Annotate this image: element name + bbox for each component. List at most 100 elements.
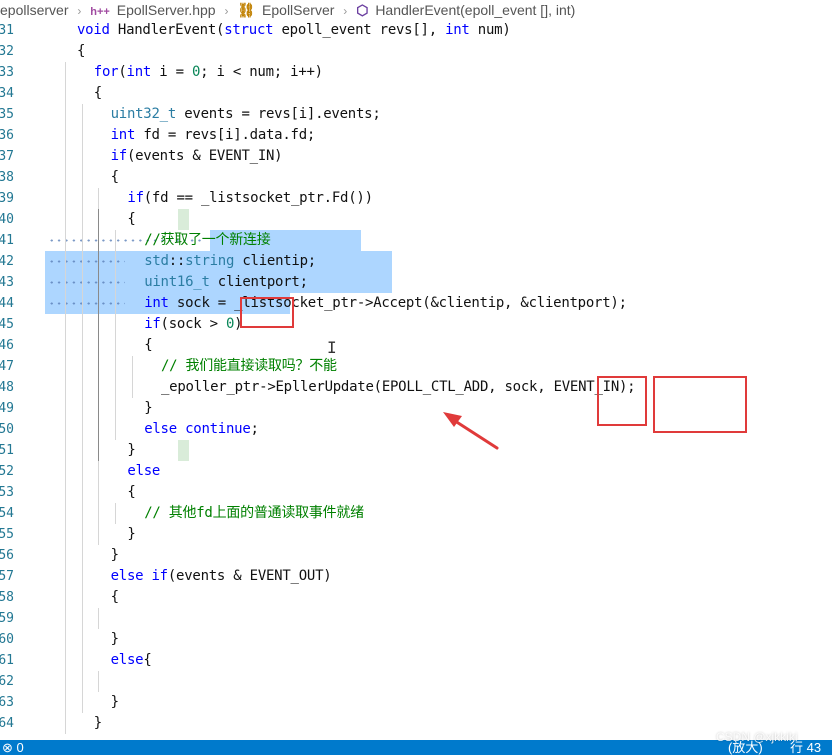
indent-guide (81, 566, 83, 587)
code-line[interactable]: 52 else (0, 461, 832, 482)
code-line[interactable]: 44 int sock = _listsocket_ptr->Accept(&cl… (0, 293, 832, 314)
code-line[interactable]: 40 { (0, 209, 832, 230)
indent-guide (64, 713, 66, 734)
code-text: } (110, 631, 119, 647)
chevron-right-icon: › (224, 4, 229, 18)
breadcrumb-file[interactable]: h++ EpollServer.hpp (90, 0, 215, 20)
code-line[interactable]: 32 { (0, 41, 832, 62)
code-line[interactable]: 36 int fd = revs[i].data.fd; (0, 125, 832, 146)
h-file-icon: h++ (90, 6, 110, 18)
indent-guide (98, 314, 100, 335)
code-line[interactable]: 35 uint32_t events = revs[i].events; (0, 104, 832, 125)
code-line[interactable]: 54 // 其他fd上面的普通读取事件就绪 (0, 503, 832, 524)
problems-indicator[interactable]: ⊗ 0 (2, 740, 24, 755)
code-text: { (110, 169, 119, 185)
indent-guide (81, 503, 83, 524)
code-line[interactable]: 51} (0, 440, 832, 461)
indent-guide (98, 251, 100, 272)
breadcrumb-class[interactable]: ⛓ EpollServer (237, 0, 334, 20)
breadcrumb-method[interactable]: ⬡ HandlerEvent(epoll_event [], int) (356, 0, 575, 20)
red-box-event-in-argument (653, 376, 747, 433)
line-number: 57 (0, 569, 14, 584)
code-line[interactable]: 58 { (0, 587, 832, 608)
code-text: int fd = revs[i].data.fd; (110, 127, 316, 143)
indent-guide (64, 125, 66, 146)
indent-guide (115, 398, 117, 419)
code-line[interactable]: 60} (0, 629, 832, 650)
indent-guide (115, 377, 117, 398)
indent-guide (81, 419, 83, 440)
code-line[interactable]: 31 void HandlerEvent(struct epoll_event r… (0, 20, 832, 41)
code-line[interactable]: 53 { (0, 482, 832, 503)
whitespace-dots (48, 272, 125, 293)
code-line[interactable]: 46 { (0, 335, 832, 356)
code-text: // 我们能直接读取吗？不能 (161, 358, 337, 374)
code-line[interactable]: 42 std::string clientip; (0, 251, 832, 272)
indent-guide (64, 650, 66, 671)
indent-guide (115, 293, 117, 314)
mouse-ibeam-cursor: I (327, 338, 337, 357)
line-number: 48 (0, 380, 14, 395)
indent-guide (115, 503, 117, 524)
code-line[interactable]: 63} (0, 692, 832, 713)
code-line[interactable]: 39 if(fd == _listsocket_ptr.Fd()) (0, 188, 832, 209)
code-line[interactable]: 59 (0, 608, 832, 629)
code-line[interactable]: 62 (0, 671, 832, 692)
indent-guide (81, 293, 83, 314)
csdn-watermark: CSDN @xjkkiki (716, 730, 798, 744)
code-line[interactable]: 41 //获取了一个新连接 (0, 230, 832, 251)
line-number: 47 (0, 359, 14, 374)
indent-guide (132, 377, 133, 398)
code-line[interactable]: 55} (0, 524, 832, 545)
code-line[interactable]: 38 { (0, 167, 832, 188)
code-line[interactable]: 37 if(events & EVENT_IN) (0, 146, 832, 167)
indent-guide (81, 650, 83, 671)
code-line[interactable]: 61 else{ (0, 650, 832, 671)
code-text: if(events & EVENT_IN) (110, 148, 283, 164)
indent-guide (132, 356, 133, 377)
indent-guide (81, 671, 83, 692)
code-text: { (110, 589, 119, 605)
indent-guide (81, 482, 83, 503)
red-box-sock-argument (597, 376, 647, 426)
breadcrumb-folder-label: epollserver (0, 2, 69, 18)
indent-guide (81, 251, 83, 272)
indent-guide (81, 188, 83, 209)
code-line[interactable]: 56} (0, 545, 832, 566)
indent-guide (98, 230, 100, 251)
indent-guide (81, 356, 83, 377)
line-number: 51 (0, 443, 14, 458)
indent-guide (64, 146, 66, 167)
line-number: 49 (0, 401, 14, 416)
code-line[interactable]: 33 for(int i = 0; i < num; i++) (0, 62, 832, 83)
code-text: uint32_t events = revs[i].events; (110, 106, 381, 122)
indent-guide (98, 398, 100, 419)
indent-guide (98, 209, 100, 230)
indent-guide (98, 356, 100, 377)
code-text: { (77, 43, 86, 59)
line-number: 34 (0, 86, 14, 101)
code-editor[interactable]: 36} 31 void HandlerEvent(struct epoll_even… (0, 0, 832, 740)
code-line[interactable]: 34 { (0, 83, 832, 104)
code-line[interactable]: 64} (0, 713, 832, 734)
code-line[interactable]: 43 uint16_t clientport; (0, 272, 832, 293)
line-number: 59 (0, 611, 14, 626)
indent-guide (115, 335, 117, 356)
indent-guide (64, 692, 66, 713)
code-line[interactable]: 47 // 我们能直接读取吗？不能 (0, 356, 832, 377)
bracket-match-highlight (178, 209, 189, 230)
line-number: 39 (0, 191, 14, 206)
code-line[interactable]: 57 else if(events & EVENT_OUT) (0, 566, 832, 587)
code-text: int sock = _listsocket_ptr->Accept(&clie… (144, 295, 627, 311)
indent-guide (98, 188, 100, 209)
indent-guide (81, 335, 83, 356)
indent-guide (64, 293, 66, 314)
indent-guide (98, 461, 100, 482)
red-box-sock-declaration (240, 297, 294, 328)
breadcrumb-folder[interactable]: epollserver (0, 0, 68, 20)
code-text: else{ (110, 652, 152, 668)
line-number: 38 (0, 170, 14, 185)
line-number: 44 (0, 296, 14, 311)
indent-guide (64, 209, 66, 230)
code-line[interactable]: 45 if(sock > 0) (0, 314, 832, 335)
